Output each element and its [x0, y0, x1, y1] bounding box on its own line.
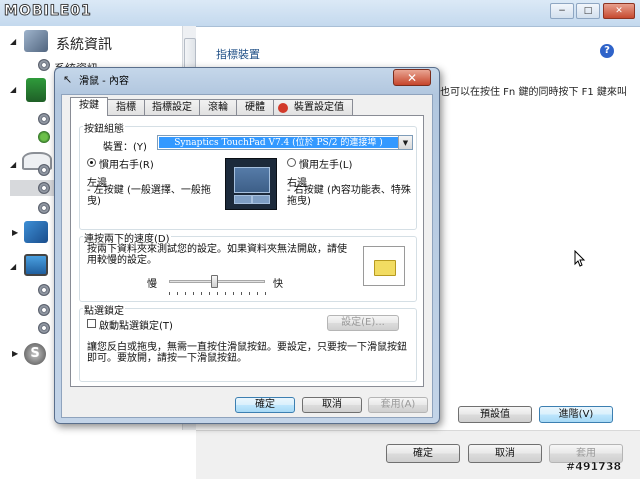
tab-pointers[interactable]: 指標	[107, 99, 145, 115]
right-hand-label[interactable]: 慣用右手(R)	[99, 156, 154, 171]
gear-icon	[38, 164, 50, 176]
panel-fn-hint: 也可以在按住 Fn 鍵的同時按下 F1 鍵來叫	[440, 87, 627, 98]
speed-slider-thumb[interactable]	[211, 275, 219, 288]
expand-arrow-icon[interactable]: ▶	[12, 349, 18, 358]
mouse-pointer-icon: ↖	[63, 73, 73, 86]
click-lock-label[interactable]: 啟動點選鎖定(T)	[99, 317, 173, 332]
speed-slider-ticks	[169, 292, 266, 295]
tab-device-settings-label: 裝置設定值	[294, 102, 344, 113]
power-icon	[38, 131, 50, 143]
click-lock-desc: 讓您反白或拖曳，無需一直按住滑鼠按鈕。要設定，只要按一下滑鼠按鈕即可。要放開，請…	[87, 342, 407, 364]
collapse-arrow-icon[interactable]: ◢	[10, 85, 16, 94]
collapse-arrow-icon[interactable]: ◢	[10, 37, 16, 46]
advanced-button[interactable]: 進階(V)	[539, 406, 613, 423]
gear-icon	[38, 284, 50, 296]
collapse-arrow-icon[interactable]: ◢	[10, 262, 16, 271]
network-icon	[24, 221, 48, 243]
gear-icon	[38, 304, 50, 316]
laptop-icon	[24, 30, 48, 52]
dialog-apply-button[interactable]: 套用(A)	[368, 397, 428, 413]
defaults-button[interactable]: 預設值	[458, 406, 532, 423]
tab-pointer-options[interactable]: 指標設定	[144, 99, 200, 115]
device-label: 裝置：(Y)	[103, 142, 147, 153]
left-hand-radio[interactable]	[287, 158, 296, 167]
battery-icon	[26, 78, 46, 102]
dialog-cancel-button[interactable]: 取消	[302, 397, 362, 413]
tab-sheet: 按鈕組態 裝置：(Y) Synaptics TouchPad V7.4 (位於 …	[70, 115, 424, 387]
button-config-legend: 按鈕組態	[83, 120, 125, 135]
slow-label: 慢	[147, 279, 157, 290]
tree-item-system-info[interactable]: 系統資訊	[56, 34, 112, 54]
right-button-desc: - 右按鍵 (內容功能表、特殊拖曳)	[287, 185, 411, 207]
folder-icon[interactable]	[374, 260, 396, 276]
mouse-cursor-icon	[574, 250, 586, 267]
expand-arrow-icon[interactable]: ▶	[12, 228, 18, 237]
monitor-icon	[24, 254, 48, 276]
tab-wheel[interactable]: 滾輪	[199, 99, 237, 115]
mouse-properties-dialog: ↖ 滑鼠 - 內容 ✕ 按鍵 指標 指標設定 滾輪 硬體 裝置設定值 按鈕組態 …	[54, 67, 440, 424]
maximize-button[interactable]: □	[576, 3, 600, 19]
dialog-body: 按鍵 指標 指標設定 滾輪 硬體 裝置設定值 按鈕組態 裝置：(Y) Synap…	[61, 94, 433, 418]
right-hand-radio[interactable]	[87, 158, 96, 167]
cancel-button[interactable]: 取消	[468, 444, 542, 463]
window-titlebar	[0, 0, 640, 27]
tab-buttons[interactable]: 按鍵	[70, 97, 108, 116]
synaptics-icon	[278, 103, 288, 113]
tree-selection-highlight[interactable]	[10, 180, 58, 196]
device-select-value: Synaptics TouchPad V7.4 (位於 PS/2 的連接埠 )	[159, 137, 398, 148]
help-icon[interactable]: ?	[600, 44, 614, 58]
mobile01-logo: MOBILE01	[4, 3, 92, 20]
click-lock-checkbox[interactable]	[87, 319, 96, 328]
click-lock-legend: 點選鎖定	[83, 302, 125, 317]
tab-hardware[interactable]: 硬體	[236, 99, 274, 115]
panel-title: 指標裝置	[216, 48, 260, 61]
chevron-down-icon[interactable]: ▼	[398, 136, 412, 149]
minimize-button[interactable]: −	[550, 3, 574, 19]
tab-device-settings[interactable]: 裝置設定值	[273, 99, 353, 115]
gear-icon	[38, 322, 50, 334]
gear-icon	[38, 113, 50, 125]
double-click-desc: 按兩下資料夾來測試您的設定。如果資料夾無法開啟，請使用較慢的設定。	[87, 244, 347, 266]
security-icon: S	[24, 343, 46, 365]
watermark: #491738	[566, 460, 622, 473]
double-click-legend: 連按兩下的速度(D)	[83, 230, 171, 245]
test-folder-area[interactable]	[363, 246, 405, 286]
device-select[interactable]: Synaptics TouchPad V7.4 (位於 PS/2 的連接埠 ) …	[157, 135, 413, 150]
gear-icon	[38, 59, 50, 71]
dialog-close-button[interactable]: ✕	[393, 69, 431, 86]
touchpad-image	[225, 158, 277, 210]
left-button-desc: - 左按鍵 (一般選擇、一般拖曳)	[87, 185, 211, 207]
ok-button[interactable]: 確定	[386, 444, 460, 463]
click-lock-settings-button[interactable]: 設定(E)...	[327, 315, 399, 331]
gear-icon	[38, 202, 50, 214]
collapse-arrow-icon[interactable]: ◢	[10, 160, 16, 169]
dialog-ok-button[interactable]: 確定	[235, 397, 295, 413]
gear-icon	[38, 182, 50, 194]
close-button[interactable]: ✕	[603, 3, 635, 19]
left-hand-label[interactable]: 慣用左手(L)	[299, 156, 352, 171]
dialog-title: 滑鼠 - 內容	[79, 76, 129, 87]
fast-label: 快	[273, 279, 283, 290]
